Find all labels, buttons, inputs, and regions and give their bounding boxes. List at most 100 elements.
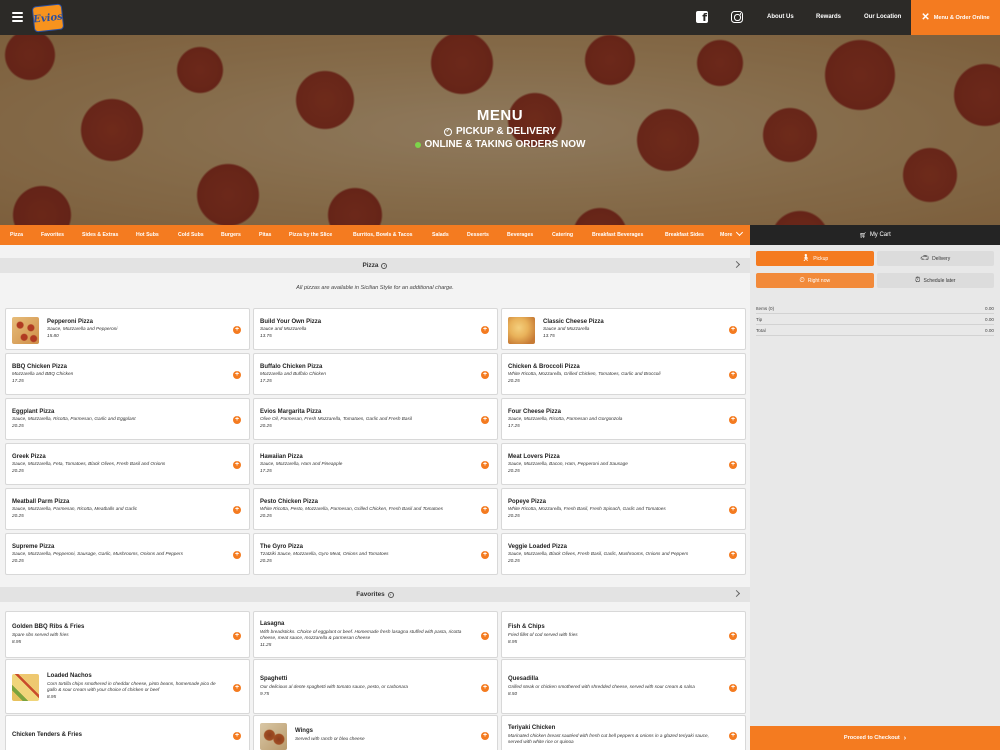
category-sides-extras[interactable]: Sides & Extras <box>82 225 118 245</box>
menu-item-card[interactable]: Chicken Tenders & Fries + <box>5 715 250 750</box>
hero-title: MENU <box>476 107 524 124</box>
category-beverages[interactable]: Beverages <box>507 225 533 245</box>
add-item-plus-icon[interactable]: + <box>729 416 737 424</box>
menu-item-card[interactable]: Wings Served with ranch or bleu cheese + <box>253 715 498 750</box>
hero-online-status: ONLINE & TAKING ORDERS NOW <box>0 139 1000 150</box>
add-item-plus-icon[interactable]: + <box>729 506 737 514</box>
menu-item-card[interactable]: Loaded Nachos Corn tortilla chips smother… <box>5 659 250 714</box>
menu-item-card[interactable]: Quesadilla Grilled steak or chicken smoth… <box>501 659 746 714</box>
menu-item-card[interactable]: Chicken & Broccoli Pizza White Ricotta, M… <box>501 353 746 395</box>
category-more-dropdown[interactable]: More <box>720 225 744 245</box>
add-item-plus-icon[interactable]: + <box>233 371 241 379</box>
add-item-plus-icon[interactable]: + <box>729 631 737 640</box>
nav-rewards[interactable]: Rewards <box>816 0 841 35</box>
menu-item-card[interactable]: Supreme Pizza Sauce, Mozzarella, Pepperon… <box>5 533 250 575</box>
right-now-option[interactable]: ⏲︎ Right now <box>756 273 874 288</box>
nav-our-location[interactable]: Our Location <box>864 0 901 35</box>
add-item-plus-icon[interactable]: + <box>233 326 241 334</box>
menu-item-card[interactable]: Teriyaki Chicken Marinated chicken breast… <box>501 715 746 750</box>
add-item-plus-icon[interactable]: + <box>481 683 489 692</box>
menu-item-card[interactable]: Classic Cheese Pizza Sauce and Mozzarella… <box>501 308 746 350</box>
menu-item-card[interactable]: BBQ Chicken Pizza Mozzarella and BBQ Chic… <box>5 353 250 395</box>
menu-item-card[interactable]: Popeye Pizza White Ricotta, Mozzarella, F… <box>501 488 746 530</box>
category-pizza-by-slice[interactable]: Pizza by the Slice <box>289 225 332 245</box>
add-item-plus-icon[interactable]: + <box>233 461 241 469</box>
menu-item-card[interactable]: Lasagna With breadsticks. Choice of eggpl… <box>253 611 498 658</box>
menu-item-card[interactable]: Pesto Chicken Pizza White Ricotta, Pesto,… <box>253 488 498 530</box>
add-item-plus-icon[interactable]: + <box>481 371 489 379</box>
category-burgers[interactable]: Burgers <box>221 225 241 245</box>
category-pitas[interactable]: Pitas <box>259 225 271 245</box>
menu-item-card[interactable]: Hawaiian Pizza Sauce, Mozzarella, Ham and… <box>253 443 498 485</box>
category-breakfast-sides[interactable]: Breakfast Sides <box>665 225 704 245</box>
menu-item-text: Build Your Own Pizza Sauce and Mozzarella… <box>260 319 473 339</box>
category-catering[interactable]: Catering <box>552 225 573 245</box>
nav-about-us[interactable]: About Us <box>767 0 794 35</box>
menu-item-text: Teriyaki Chicken Marinated chicken breast… <box>508 725 721 745</box>
menu-item-card[interactable]: The Gyro Pizza Tzatziki Sauce, Mozzarella… <box>253 533 498 575</box>
menu-item-description: Mozzarella and Buffalo Chicken <box>260 371 326 377</box>
menu-item-description: Sauce, Mozzarella, Ricotta, Parmesan and… <box>508 416 623 422</box>
category-hot-subs[interactable]: Hot Subs <box>136 225 159 245</box>
section-header-favorites[interactable]: Favorites › <box>0 587 750 602</box>
add-item-plus-icon[interactable]: + <box>729 683 737 692</box>
category-breakfast-beverages[interactable]: Breakfast Beverages <box>592 225 643 245</box>
chevron-right-icon[interactable] <box>732 260 741 269</box>
menu-item-card[interactable]: Meatball Parm Pizza Sauce, Mozzarella, Pa… <box>5 488 250 530</box>
add-item-plus-icon[interactable]: + <box>729 732 737 740</box>
category-salads[interactable]: Salads <box>432 225 449 245</box>
menu-item-card[interactable]: Eggplant Pizza Sauce, Mozzarella, Ricotta… <box>5 398 250 440</box>
menu-item-card[interactable]: Fish & Chips Fried fillet of cod served w… <box>501 611 746 658</box>
instagram-icon[interactable] <box>731 11 743 23</box>
menu-item-description: Sauce, Mozzarella, Parmesan, Ricotta, Me… <box>12 506 138 512</box>
add-item-plus-icon[interactable]: + <box>233 416 241 424</box>
menu-item-card[interactable]: Meat Lovers Pizza Sauce, Mozzarella, Baco… <box>501 443 746 485</box>
add-item-plus-icon[interactable]: + <box>233 631 241 640</box>
facebook-icon[interactable]: f <box>696 11 708 23</box>
proceed-to-checkout-button[interactable]: Proceed to Checkout › <box>750 726 1000 750</box>
menu-item-name: Wings <box>295 728 313 735</box>
add-item-plus-icon[interactable]: + <box>729 326 737 334</box>
menu-item-card[interactable]: Evios Margarita Pizza Olive Oil, Parmesan… <box>253 398 498 440</box>
menu-item-card[interactable]: Build Your Own Pizza Sauce and Mozzarella… <box>253 308 498 350</box>
schedule-later-option[interactable]: ⏰︎ Schedule later <box>876 273 994 288</box>
section-note: All pizzas are available in Sicilian Sty… <box>296 285 454 291</box>
add-item-plus-icon[interactable]: + <box>481 551 489 559</box>
delivery-option[interactable]: 🚗︎ Delivery <box>876 251 994 266</box>
add-item-plus-icon[interactable]: + <box>233 551 241 559</box>
category-pizza[interactable]: Pizza <box>10 225 23 245</box>
pickup-option[interactable]: 🚶︎ Pickup <box>756 251 874 266</box>
menu-order-online-button[interactable]: ✕ Menu & Order Online <box>911 0 1000 35</box>
add-item-plus-icon[interactable]: + <box>481 416 489 424</box>
add-item-plus-icon[interactable]: + <box>233 506 241 514</box>
category-cold-subs[interactable]: Cold Subs <box>178 225 204 245</box>
add-item-plus-icon[interactable]: + <box>481 461 489 469</box>
add-item-plus-icon[interactable]: + <box>481 326 489 334</box>
menu-item-card[interactable]: Golden BBQ Ribs & Fries Spare ribs served… <box>5 611 250 658</box>
category-favorites[interactable]: Favorites <box>41 225 64 245</box>
add-item-plus-icon[interactable]: + <box>481 506 489 514</box>
add-item-plus-icon[interactable]: + <box>233 683 241 692</box>
add-item-plus-icon[interactable]: + <box>729 551 737 559</box>
add-item-plus-icon[interactable]: + <box>481 732 489 740</box>
category-desserts[interactable]: Desserts <box>467 225 489 245</box>
menu-item-card[interactable]: Pepperoni Pizza Sauce, Mozzarella and Pep… <box>5 308 250 350</box>
add-item-plus-icon[interactable]: + <box>729 461 737 469</box>
menu-item-card[interactable]: Veggie Loaded Pizza Sauce, Mozzarella, Bl… <box>501 533 746 575</box>
add-item-plus-icon[interactable]: + <box>233 732 241 740</box>
hamburger-menu-icon[interactable] <box>12 12 23 22</box>
add-item-plus-icon[interactable]: + <box>729 371 737 379</box>
menu-item-card[interactable]: Spaghetti Our delicious al dente spaghett… <box>253 659 498 714</box>
chevron-right-icon[interactable] <box>732 589 741 598</box>
section-header-pizza[interactable]: Pizza › <box>0 258 750 273</box>
category-burritos-bowls-tacos[interactable]: Burritos, Bowls & Tacos <box>353 225 413 245</box>
menu-item-price: 20.25 <box>260 513 272 519</box>
menu-item-name: Fish & Chips <box>508 624 545 631</box>
menu-item-card[interactable]: Buffalo Chicken Pizza Mozzarella and Buff… <box>253 353 498 395</box>
hero-line1-text: PICKUP & DELIVERY <box>455 126 557 137</box>
menu-item-card[interactable]: Greek Pizza Sauce, Mozzarella, Feta, Toma… <box>5 443 250 485</box>
add-item-plus-icon[interactable]: + <box>481 631 489 640</box>
menu-item-card[interactable]: Four Cheese Pizza Sauce, Mozzarella, Rico… <box>501 398 746 440</box>
site-logo[interactable]: Evios <box>31 3 65 33</box>
menu-list: Pizza › All pizzas are available in Sicili… <box>0 245 750 750</box>
